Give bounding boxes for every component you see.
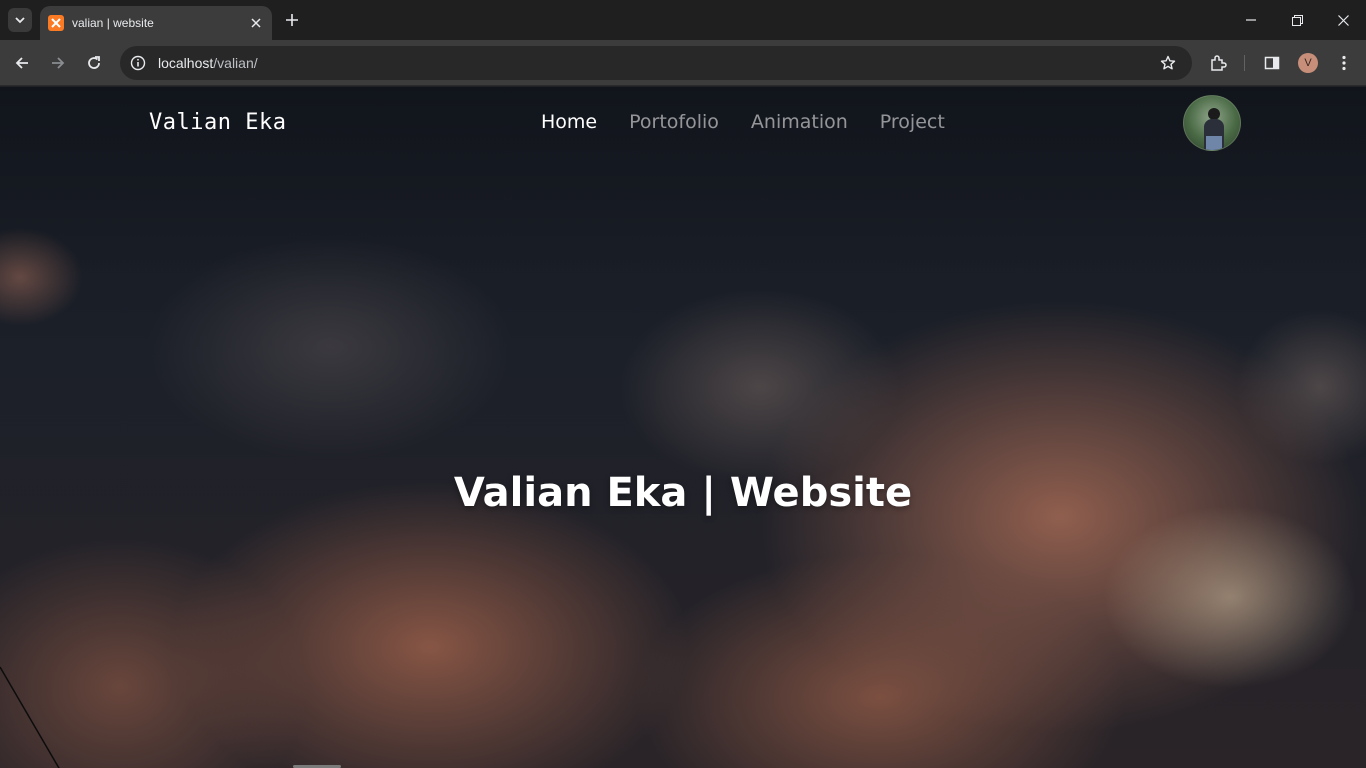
toolbar-divider	[1244, 55, 1245, 71]
active-tab[interactable]: valian | website	[40, 6, 272, 40]
site-nav: Home Portofolio Animation Project	[541, 111, 945, 133]
bookmark-button[interactable]	[1156, 51, 1180, 75]
back-button[interactable]	[10, 51, 34, 75]
back-icon	[15, 57, 28, 69]
tab-title: valian | website	[72, 16, 154, 30]
address-bar[interactable]: localhost/valian/	[120, 46, 1192, 80]
extensions-button[interactable]	[1206, 51, 1230, 75]
side-panel-icon	[1264, 56, 1280, 70]
tab-close-button[interactable]	[248, 15, 264, 31]
nav-link-project[interactable]: Project	[880, 111, 945, 133]
browser-menu-button[interactable]	[1332, 51, 1356, 75]
nav-link-animation[interactable]: Animation	[751, 111, 848, 133]
url-host: localhost	[158, 55, 214, 71]
url-path: /valian/	[213, 55, 258, 71]
web-page: Valian Eka Home Portofolio Animation Pro…	[0, 87, 1366, 768]
close-window-button[interactable]	[1320, 0, 1366, 40]
star-icon	[1160, 55, 1176, 70]
site-brand[interactable]: Valian Eka	[149, 110, 286, 135]
profile-photo[interactable]	[1183, 95, 1241, 151]
restore-icon	[1291, 14, 1303, 26]
url-text: localhost/valian/	[158, 55, 1156, 71]
nav-link-portofolio[interactable]: Portofolio	[629, 111, 719, 133]
minimize-button[interactable]	[1228, 0, 1274, 40]
reload-button[interactable]	[82, 51, 106, 75]
more-icon	[1342, 55, 1346, 71]
new-tab-button[interactable]	[282, 10, 302, 30]
close-icon	[1337, 14, 1349, 26]
restore-button[interactable]	[1274, 0, 1320, 40]
chevron-down-icon	[15, 17, 25, 24]
minimize-icon	[1246, 19, 1256, 21]
hero-background-overlay	[0, 87, 1366, 768]
browser-toolbar: localhost/valian/	[0, 40, 1366, 86]
forward-button[interactable]	[46, 51, 70, 75]
tab-strip: valian | website	[0, 0, 1366, 40]
plus-icon	[286, 14, 298, 26]
extensions-icon	[1211, 55, 1227, 71]
xampp-favicon-icon	[48, 15, 64, 31]
power-line-decoration	[0, 666, 60, 768]
site-info-button[interactable]	[126, 51, 150, 75]
side-panel-button[interactable]	[1260, 51, 1284, 75]
nav-link-home[interactable]: Home	[541, 111, 597, 133]
tab-search-button[interactable]	[8, 8, 32, 32]
close-icon	[251, 18, 261, 28]
profile-avatar-button[interactable]: V	[1298, 53, 1318, 73]
info-icon	[130, 55, 146, 71]
hero-title: Valian Eka | Website	[453, 470, 913, 516]
reload-icon	[88, 56, 100, 69]
forward-icon	[52, 57, 65, 69]
